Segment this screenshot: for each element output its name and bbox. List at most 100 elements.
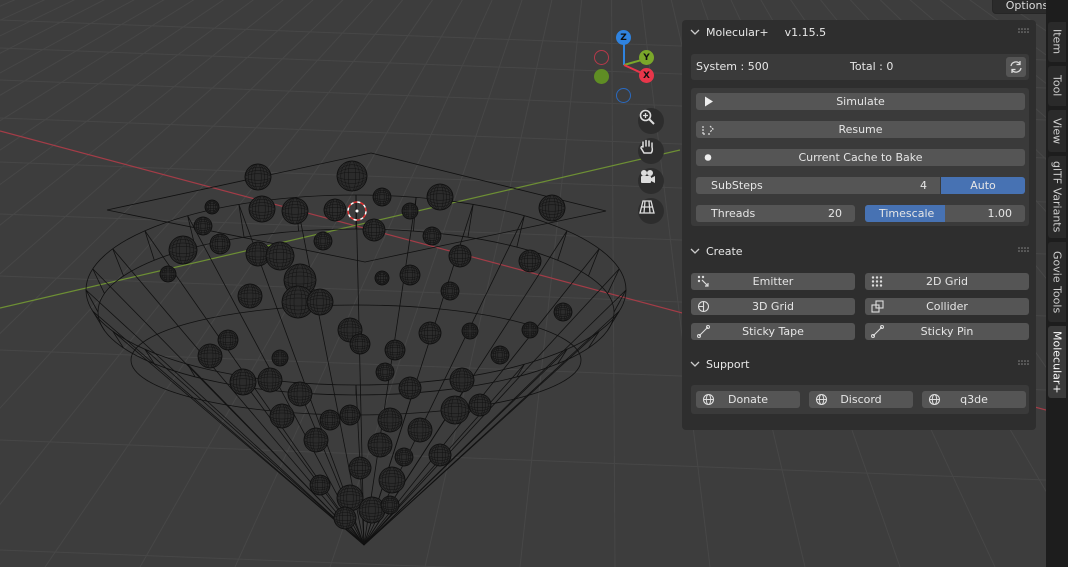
options-label: Options: [1005, 0, 1049, 12]
auto-label: Auto: [970, 179, 996, 192]
total-count: Total : 0: [850, 60, 894, 73]
tab-view-label: View: [1050, 117, 1064, 145]
particle-sphere: [204, 199, 220, 215]
2d-grid-label: 2D Grid: [925, 275, 969, 288]
drag-grip-icon[interactable]: [1018, 360, 1030, 366]
q3de-button[interactable]: q3de: [922, 391, 1026, 408]
current-cache-label: Current Cache to Bake: [798, 151, 923, 164]
gizmo-neg-y-axis[interactable]: [594, 69, 609, 84]
threads-value: 20: [828, 207, 842, 220]
particle-sphere: [440, 281, 460, 301]
timescale-slider[interactable]: Timescale 1.00: [865, 205, 1025, 222]
molecular-panel-header[interactable]: Molecular+ v1.15.5: [682, 21, 1036, 43]
molecular-title: Molecular+: [706, 25, 769, 39]
resume-button[interactable]: Resume: [696, 121, 1025, 138]
sticky-pin-icon: [871, 325, 884, 338]
particle-sphere: [313, 231, 333, 251]
particle-sphere: [257, 367, 283, 393]
particle-sphere: [248, 195, 276, 223]
cube-grid-icon: [697, 300, 710, 313]
particle-sphere: [229, 368, 257, 396]
particle-sphere: [333, 506, 357, 530]
particle-sphere: [306, 288, 334, 316]
pan-button[interactable]: [638, 138, 664, 164]
stats-box: System : 500 Total : 0: [691, 54, 1029, 80]
2d-grid-button[interactable]: 2D Grid: [865, 273, 1029, 290]
tab-govie-tools[interactable]: Govie Tools: [1048, 242, 1066, 322]
drag-grip-icon[interactable]: [1018, 247, 1030, 253]
particle-spheres: [159, 160, 573, 530]
particle-sphere: [521, 321, 539, 339]
tab-item-label: Item: [1050, 29, 1064, 55]
particle-sphere: [407, 417, 433, 443]
orthographic-toggle-button[interactable]: [638, 198, 664, 224]
substeps-value: 4: [920, 179, 927, 192]
particle-sphere: [367, 432, 393, 458]
particle-sphere: [265, 241, 295, 271]
globe-icon: [702, 393, 715, 406]
zoom-button[interactable]: [638, 108, 664, 134]
sticky-tape-button[interactable]: Sticky Tape: [691, 323, 855, 340]
particle-sphere: [197, 343, 223, 369]
gizmo-neg-x-axis[interactable]: [594, 50, 609, 65]
sticky-tape-icon: [697, 325, 710, 338]
tab-tool-label: Tool: [1050, 75, 1064, 97]
particle-sphere: [399, 264, 421, 286]
chevron-down-icon: [993, 0, 1001, 1]
gizmo-y-axis[interactable]: Y: [639, 50, 654, 65]
support-panel-header[interactable]: Support: [682, 353, 1036, 375]
resume-icon: [702, 125, 714, 135]
3d-grid-button[interactable]: 3D Grid: [691, 298, 855, 315]
support-title: Support: [706, 357, 750, 371]
discord-button[interactable]: Discord: [809, 391, 913, 408]
3d-grid-label: 3D Grid: [751, 300, 795, 313]
chevron-down-icon: [690, 361, 700, 367]
refresh-icon: [1010, 61, 1022, 73]
sidebar-tabs: Item Tool View glTF Variants Govie Tools…: [1046, 0, 1068, 567]
particle-sphere: [237, 283, 263, 309]
camera-view-button[interactable]: [638, 168, 664, 194]
particle-sphere: [426, 183, 454, 211]
sticky-pin-label: Sticky Pin: [920, 325, 974, 338]
tab-gltf-variants-label: glTF Variants: [1050, 161, 1064, 233]
particle-sphere: [309, 474, 331, 496]
tab-tool[interactable]: Tool: [1048, 66, 1066, 106]
particle-sphere: [303, 427, 329, 453]
current-cache-to-bake-button[interactable]: Current Cache to Bake: [696, 149, 1025, 166]
tab-govie-tools-label: Govie Tools: [1050, 250, 1064, 314]
create-panel-header[interactable]: Create: [682, 240, 1036, 262]
gizmo-neg-z-axis[interactable]: [616, 88, 631, 103]
donate-button[interactable]: Donate: [696, 391, 800, 408]
particle-sphere: [244, 163, 272, 191]
tab-molecular-label: Molecular+: [1050, 330, 1064, 394]
tab-gltf-variants[interactable]: glTF Variants: [1048, 156, 1066, 238]
collider-button[interactable]: Collider: [865, 298, 1029, 315]
emitter-button[interactable]: Emitter: [691, 273, 855, 290]
particle-sphere: [490, 345, 510, 365]
sidebar-panel: Molecular+ v1.15.5 System : 500 Total : …: [682, 20, 1036, 430]
refresh-button[interactable]: [1006, 57, 1026, 77]
particle-sphere: [209, 233, 231, 255]
gizmo-z-axis[interactable]: Z: [616, 30, 631, 45]
hand-icon: [640, 139, 654, 154]
sticky-pin-button[interactable]: Sticky Pin: [865, 323, 1029, 340]
particle-sphere: [168, 235, 198, 265]
simulate-button[interactable]: Simulate: [696, 93, 1025, 110]
auto-toggle[interactable]: Auto: [941, 177, 1025, 194]
particle-sphere: [401, 202, 419, 220]
threads-field[interactable]: Threads 20: [696, 205, 855, 222]
particle-sphere: [422, 226, 442, 246]
discord-label: Discord: [840, 393, 882, 406]
particle-sphere: [339, 404, 361, 426]
substeps-field[interactable]: SubSteps 4: [696, 177, 940, 194]
tab-molecular[interactable]: Molecular+: [1048, 326, 1066, 398]
tab-view[interactable]: View: [1048, 110, 1066, 152]
q3de-label: q3de: [960, 393, 988, 406]
particle-sphere: [538, 194, 566, 222]
particle-sphere: [378, 466, 406, 494]
particle-sphere: [553, 302, 573, 322]
tab-item[interactable]: Item: [1048, 22, 1066, 62]
drag-grip-icon[interactable]: [1018, 28, 1030, 34]
gizmo-x-axis[interactable]: X: [639, 68, 654, 83]
particle-sphere: [468, 393, 492, 417]
